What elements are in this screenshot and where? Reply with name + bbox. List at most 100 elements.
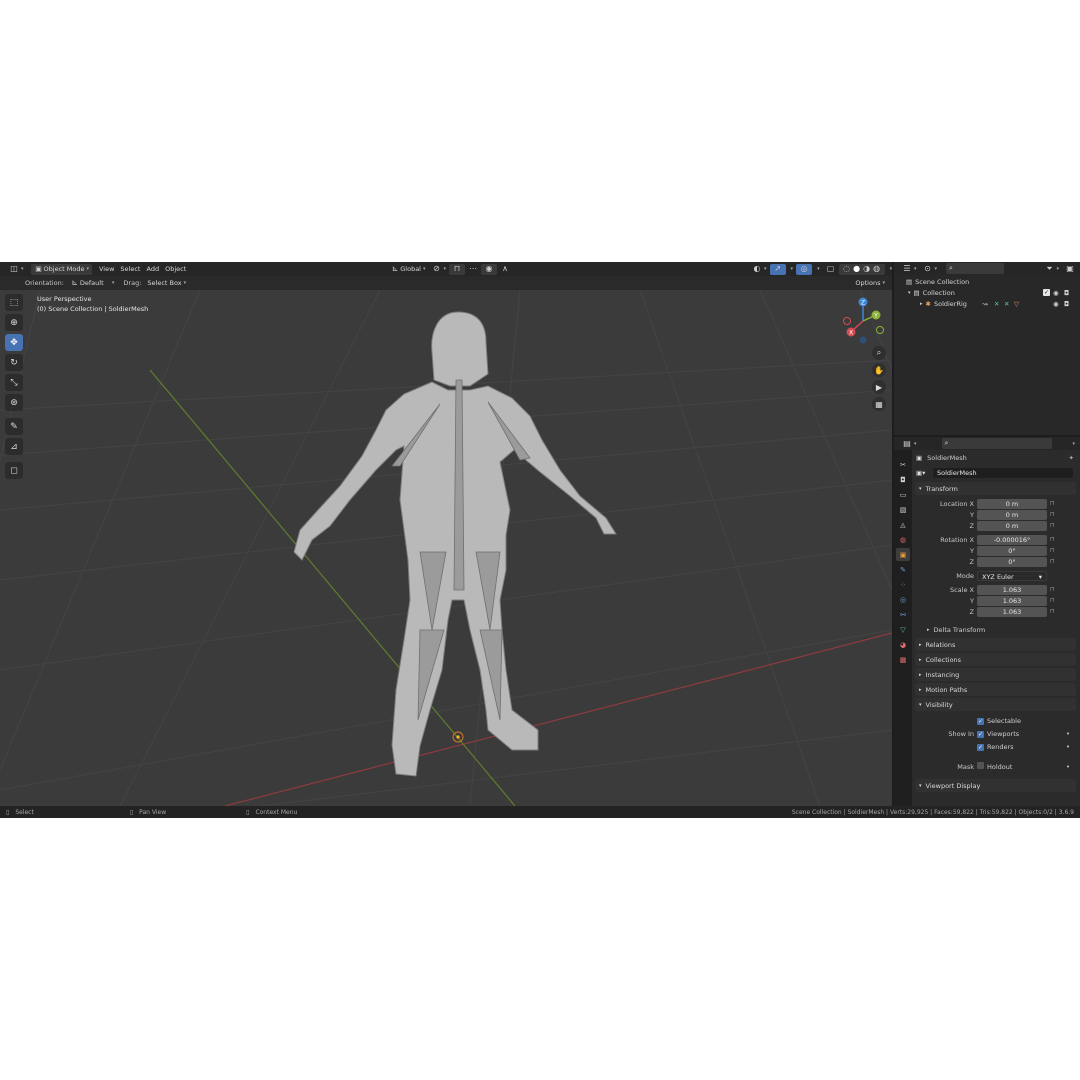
menu-view[interactable]: View: [96, 264, 117, 275]
pin-icon[interactable]: ✦: [1069, 454, 1074, 462]
object-data-icon[interactable]: ▣▾: [916, 469, 925, 477]
outliner-row-soldierrig[interactable]: ▸ ✱ SoldierRig ↝ ✕ ✕ ▽ ◉ ◘: [894, 298, 1080, 309]
tab-material[interactable]: ◕: [896, 638, 910, 651]
tab-object[interactable]: ▣: [896, 548, 910, 561]
lock-icon[interactable]: ⊓: [1050, 608, 1055, 615]
eye-icon[interactable]: ◉: [1053, 300, 1059, 308]
renders-checkbox[interactable]: ✓ Renders: [977, 743, 1014, 751]
scale-z-field[interactable]: 1.063: [977, 606, 1047, 617]
snap-target-button[interactable]: ⋯: [465, 264, 481, 275]
3d-viewport[interactable]: User Perspective (0) Scene Collection | …: [0, 290, 892, 806]
viewports-checkbox[interactable]: ✓ Viewports: [977, 730, 1019, 738]
menu-add[interactable]: Add: [143, 264, 162, 275]
tab-world[interactable]: ◍: [896, 533, 910, 546]
outliner-search-input[interactable]: ⌕: [946, 263, 1005, 274]
tab-scene[interactable]: ◬: [896, 518, 910, 531]
tab-texture[interactable]: ▩: [896, 653, 910, 666]
expand-arrow-icon[interactable]: ▸: [920, 301, 923, 307]
overlays-toggle[interactable]: ◎: [796, 263, 813, 275]
navigation-gizmo[interactable]: Z Y X: [838, 294, 888, 344]
scale-tool[interactable]: ⤡: [5, 374, 23, 391]
instancing-panel-header[interactable]: ▸ Instancing: [915, 668, 1076, 681]
lock-icon[interactable]: ⊓: [1050, 586, 1055, 593]
lock-icon[interactable]: ⊓: [1050, 547, 1055, 554]
properties-search-input[interactable]: ⌕: [941, 438, 1052, 449]
outliner-editor-type[interactable]: ☰ ▾: [899, 263, 920, 274]
rotate-tool[interactable]: ↻: [5, 354, 23, 371]
tab-tool[interactable]: ✂: [896, 458, 910, 471]
rotation-z-field[interactable]: 0°: [977, 556, 1047, 567]
lock-icon[interactable]: ⊓: [1050, 536, 1055, 543]
rendered-shading-icon[interactable]: ◍: [872, 264, 882, 274]
zoom-button[interactable]: ⌕: [872, 346, 886, 360]
lock-icon[interactable]: ⊓: [1050, 500, 1055, 507]
filter-button[interactable]: ⏷ ▾: [1041, 263, 1062, 274]
lock-icon[interactable]: ⊓: [1050, 522, 1055, 529]
visibility-filter-button[interactable]: ◐ ▾: [749, 264, 770, 275]
annotate-tool[interactable]: ✎: [5, 418, 23, 435]
keyframe-dot-icon[interactable]: •: [1066, 743, 1070, 751]
orientation-dropdown[interactable]: ⊾ Default ▾: [67, 278, 118, 289]
tab-modifiers[interactable]: ✎: [896, 563, 910, 576]
menu-object[interactable]: Object: [162, 264, 189, 275]
collections-panel-header[interactable]: ▸ Collections: [915, 653, 1076, 666]
tab-physics[interactable]: ◎: [896, 593, 910, 606]
transform-panel-header[interactable]: ▾ Transform: [915, 482, 1076, 495]
solid-shading-icon[interactable]: ●: [852, 264, 862, 274]
properties-editor-type[interactable]: ▤ ▾: [899, 438, 920, 449]
lock-icon[interactable]: ⊓: [1050, 597, 1055, 604]
relations-panel-header[interactable]: ▸ Relations: [915, 638, 1076, 651]
visibility-panel-header[interactable]: ▾ Visibility: [915, 698, 1076, 711]
proportional-edit-toggle[interactable]: ◉: [481, 263, 498, 275]
camera-render-icon[interactable]: ◘: [1064, 300, 1069, 308]
material-shading-icon[interactable]: ◑: [862, 264, 872, 274]
expand-arrow-icon[interactable]: ▾: [908, 290, 911, 296]
gizmo-toggle[interactable]: ↗: [769, 263, 786, 275]
tab-data[interactable]: ▽: [896, 623, 910, 636]
drag-dropdown[interactable]: Select Box ▾: [144, 278, 189, 289]
tab-view-layer[interactable]: ▧: [896, 503, 910, 516]
editor-type-button[interactable]: ◫ ▾: [6, 264, 27, 275]
selectable-checkbox[interactable]: ✓ Selectable: [977, 717, 1021, 725]
object-name-field[interactable]: SoldierMesh: [933, 467, 1073, 478]
lock-icon[interactable]: ⊓: [1050, 558, 1055, 565]
options-dropdown[interactable]: Options ▾: [852, 278, 888, 289]
new-collection-button[interactable]: ▣: [1062, 263, 1078, 274]
motion-paths-panel-header[interactable]: ▸ Motion Paths: [915, 683, 1076, 696]
pan-button[interactable]: ✋: [872, 363, 886, 377]
rotation-x-field[interactable]: -0.000016°: [977, 534, 1047, 545]
add-cube-tool[interactable]: ◻: [5, 462, 23, 479]
delta-transform-subpanel[interactable]: ▸ Delta Transform: [913, 623, 1080, 636]
outliner-row-scene-collection[interactable]: ▤ Scene Collection: [894, 276, 1080, 287]
transform-orientation-dropdown[interactable]: ⊾ Global ▾: [387, 264, 428, 275]
gizmo-dropdown[interactable]: ▾: [786, 264, 797, 275]
keyframe-dot-icon[interactable]: •: [1066, 763, 1070, 771]
viewport-display-panel-header[interactable]: ▾ Viewport Display: [915, 779, 1076, 792]
display-mode-button[interactable]: ⊙ ▾: [920, 263, 941, 274]
location-y-field[interactable]: 0 m: [977, 509, 1047, 520]
tab-render[interactable]: ◘: [896, 473, 910, 486]
overlays-dropdown[interactable]: ▾: [812, 264, 823, 275]
xray-toggle[interactable]: ▢: [823, 264, 839, 275]
scale-x-field[interactable]: 1.063: [977, 584, 1047, 595]
move-tool[interactable]: ✥: [5, 334, 23, 351]
location-z-field[interactable]: 0 m: [977, 520, 1047, 531]
tab-constraints[interactable]: ⚯: [896, 608, 910, 621]
lock-icon[interactable]: ⊓: [1050, 511, 1055, 518]
location-x-field[interactable]: 0 m: [977, 498, 1047, 509]
transform-tool[interactable]: ⊛: [5, 394, 23, 411]
shading-modes[interactable]: ◌ ● ◑ ◍: [838, 263, 885, 275]
tab-output[interactable]: ▭: [896, 488, 910, 501]
tab-particles[interactable]: ⁘: [896, 578, 910, 591]
keyframe-dot-icon[interactable]: •: [1066, 730, 1070, 738]
properties-options[interactable]: ▾: [1067, 438, 1078, 449]
pivot-point-button[interactable]: ⊘ ▾: [429, 264, 450, 275]
measure-tool[interactable]: ⊿: [5, 438, 23, 455]
snap-toggle[interactable]: ⊓: [449, 263, 466, 275]
mode-dropdown[interactable]: ▣ Object Mode ▾: [30, 263, 92, 275]
scale-y-field[interactable]: 1.063: [977, 595, 1047, 606]
outliner-row-collection[interactable]: ▾ ▤ Collection ✓ ◉ ◘: [894, 287, 1080, 298]
ortho-toggle-button[interactable]: ▦: [872, 397, 886, 411]
exclude-checkbox[interactable]: ✓: [1043, 289, 1050, 296]
camera-view-button[interactable]: ▶: [872, 380, 886, 394]
